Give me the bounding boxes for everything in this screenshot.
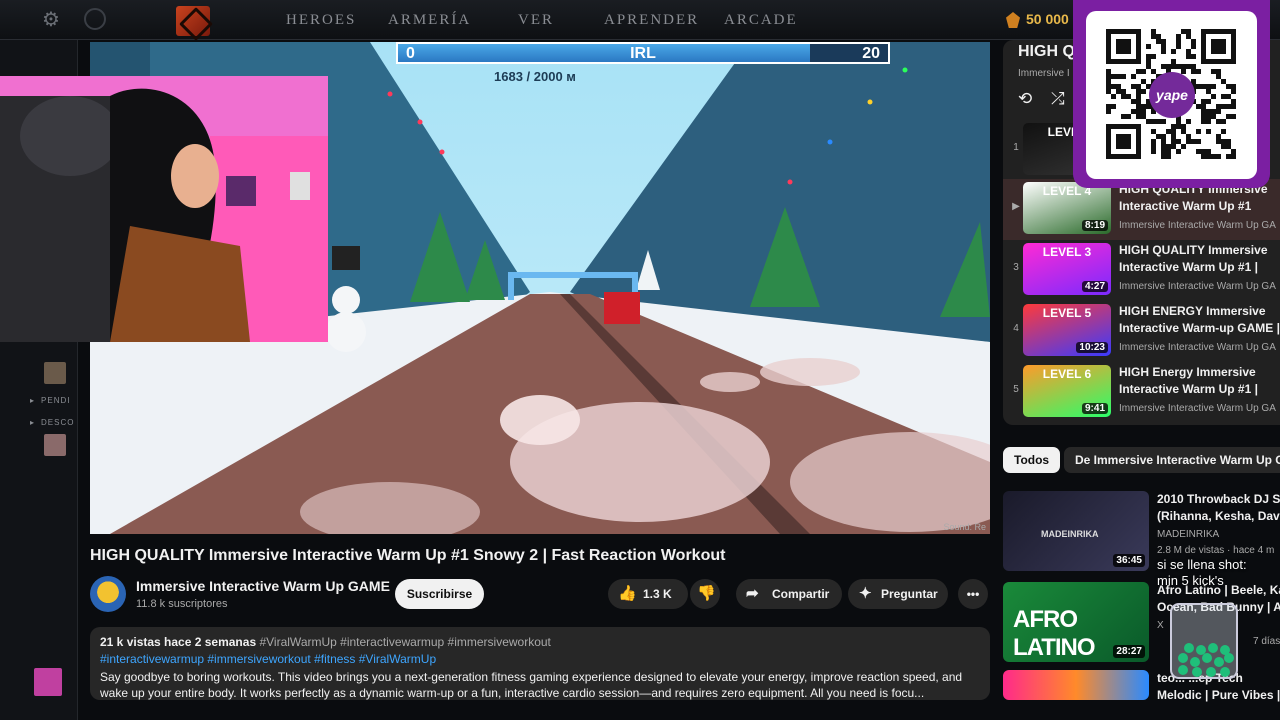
playlist-index: 4 — [1013, 323, 1019, 334]
gold-coin-icon — [1006, 12, 1020, 28]
playlist-item-title[interactable]: HIGH Energy Immersive Interactive Warm U… — [1119, 364, 1280, 398]
nav-heroes[interactable]: HEROES — [286, 12, 356, 29]
playlist-thumbnail[interactable]: LEVEL 4 8:19 — [1023, 182, 1111, 234]
thumbs-up-icon: 👍 — [618, 585, 637, 602]
progress-hud: 0 IRL 20 — [396, 42, 890, 64]
thumbnail-level-label: LEVEL 5 — [1042, 306, 1092, 320]
stream-overlay-text: si se llena shot: min 5 kick's — [1157, 557, 1247, 588]
hud-right-score: 20 — [862, 45, 880, 62]
playlist-index: ▶ — [1012, 201, 1020, 212]
more-actions-button[interactable]: ••• — [958, 579, 988, 609]
video-title[interactable]: 2010 Throwback DJ Se (Rihanna, Kesha, Dav… — [1157, 491, 1280, 525]
tip-jar-icon — [1163, 600, 1245, 680]
duration-badge: 28:27 — [1113, 645, 1145, 658]
playlist-thumbnail[interactable]: LEVEL 3 4:27 — [1023, 243, 1111, 295]
playlist-item[interactable]: 4 LEVEL 5 10:23 HIGH ENERGY Immersive Inter… — [1003, 301, 1280, 362]
channel-name[interactable]: Immersive Interactive Warm Up GAME — [136, 578, 390, 594]
video-views: 2.8 M de vistas · hace 4 m — [1157, 545, 1275, 556]
playlist-item-channel[interactable]: Immersive Interactive Warm Up GA — [1119, 403, 1276, 414]
description-body: Say goodbye to boring workouts. This vid… — [100, 670, 963, 700]
playlist-item-channel[interactable]: Immersive Interactive Warm Up GA — [1119, 220, 1276, 231]
share-label: Compartir — [772, 587, 830, 601]
settings-gear-icon[interactable]: ⚙ — [42, 10, 62, 30]
video-thumbnail[interactable]: MADEINRIKA 36:45 — [1003, 491, 1149, 571]
video-thumbnail[interactable]: AFRO LATINO 28:27 — [1003, 582, 1149, 662]
playlist-item-channel[interactable]: Immersive Interactive Warm Up GA — [1119, 281, 1276, 292]
nav-arcade[interactable]: ARCADE — [724, 12, 798, 29]
description-meta-tags[interactable]: #ViralWarmUp #interactivewarmup #immersi… — [259, 635, 550, 649]
channel-avatar[interactable] — [90, 576, 126, 612]
video-thumbnail[interactable] — [1003, 670, 1149, 700]
video-title: HIGH QUALITY Immersive Interactive Warm … — [90, 547, 726, 564]
playlist-controls: ⟲ ⤮ — [1018, 89, 1065, 109]
thumbnail-level-label: LEVEL 3 — [1042, 245, 1092, 259]
playlist-thumbnail[interactable]: LEVEL 6 9:41 — [1023, 365, 1111, 417]
description-meta: 21 k vistas hace 2 semanas #ViralWarmUp … — [100, 635, 980, 649]
playlist-index: 5 — [1013, 384, 1019, 395]
share-button[interactable]: ➦ Compartir — [736, 579, 842, 609]
yape-logo: yape — [1149, 72, 1195, 118]
offline-label[interactable]: DESCO — [30, 418, 74, 427]
ask-label: Preguntar — [881, 587, 938, 601]
dislike-button[interactable]: 👎 — [690, 579, 720, 609]
nav-aprender[interactable]: APRENDER — [604, 12, 699, 29]
playlist-item[interactable]: 5 LEVEL 6 9:41 HIGH Energy Immersive Intera… — [1003, 362, 1280, 423]
playlist-item-channel[interactable]: Immersive Interactive Warm Up GA — [1119, 342, 1276, 353]
playlist-item[interactable]: ▶ LEVEL 4 8:19 HIGH QUALITY Immersive Inter… — [1003, 179, 1280, 240]
qr-code: yape — [1086, 11, 1257, 179]
playlist-item-title[interactable]: HIGH QUALITY Immersive Interactive Warm … — [1119, 242, 1280, 276]
shuffle-icon[interactable]: ⤮ — [1051, 89, 1065, 108]
description-box[interactable]: 21 k vistas hace 2 semanas #ViralWarmUp … — [90, 627, 990, 700]
back-circle-icon[interactable] — [84, 8, 106, 30]
duration-badge: 9:41 — [1081, 403, 1108, 414]
description-hashtags[interactable]: #interactivewarmup #immersiveworkout #fi… — [100, 652, 980, 666]
hud-center-label: IRL — [630, 45, 656, 62]
thumbs-down-icon: 👎 — [697, 585, 716, 602]
playlist-item[interactable]: 3 LEVEL 3 4:27 HIGH QUALITY Immersive Inter… — [1003, 240, 1280, 301]
nav-ver[interactable]: VER — [518, 12, 554, 29]
friend-avatar[interactable] — [44, 362, 66, 384]
sparkle-icon: ✦ — [859, 585, 872, 602]
video-views: 7 días — [1253, 636, 1280, 647]
streamer-webcam — [0, 76, 328, 342]
gold-amount: 50 000 — [1026, 11, 1069, 27]
loop-icon[interactable]: ⟲ — [1018, 89, 1032, 108]
user-avatar[interactable] — [34, 668, 62, 696]
distance-readout: 1683 / 2000 м — [494, 69, 576, 84]
duration-badge: 36:45 — [1113, 554, 1145, 567]
duration-badge: 8:19 — [1081, 220, 1108, 231]
pending-label[interactable]: PENDI — [30, 396, 70, 405]
playlist-index: 3 — [1013, 262, 1019, 273]
more-dots-icon: ••• — [966, 587, 980, 601]
thumbnail-level-label: LEVEL 6 — [1042, 367, 1092, 381]
chip-all[interactable]: Todos — [1003, 447, 1061, 473]
donation-qr-overlay: yape — [1073, 0, 1270, 188]
playlist-index: 1 — [1013, 142, 1019, 153]
chip-from-channel[interactable]: De Immersive Interactive Warm Up GA — [1064, 447, 1280, 473]
like-count: 1.3 K — [643, 587, 672, 601]
playlist-title[interactable]: HIGH Q — [1018, 43, 1075, 61]
subscribe-button[interactable]: Suscribirse — [395, 579, 484, 609]
sound-credit: Sound: Re — [943, 522, 986, 532]
duration-badge: 10:23 — [1076, 342, 1108, 353]
playlist-thumbnail[interactable]: LEVEL 5 10:23 — [1023, 304, 1111, 356]
friend-avatar[interactable] — [44, 434, 66, 456]
playlist-owner[interactable]: Immersive I — [1018, 68, 1070, 79]
thumbnail-label: MADEINRIKA — [1041, 529, 1099, 539]
playlist-item-title[interactable]: HIGH ENERGY Immersive Interactive Warm-u… — [1119, 303, 1280, 337]
ask-button[interactable]: ✦ Preguntar — [848, 579, 948, 609]
nav-armeria[interactable]: ARMERÍA — [388, 12, 471, 29]
share-icon: ➦ — [746, 585, 759, 602]
dota-logo[interactable] — [176, 6, 210, 36]
duration-badge: 4:27 — [1081, 281, 1108, 292]
views-and-date: 21 k vistas hace 2 semanas — [100, 635, 257, 649]
video-channel[interactable]: MADEINRIKA — [1157, 529, 1219, 540]
webcam-feed-image — [0, 76, 328, 342]
subscriber-count: 11.8 k suscriptores — [136, 598, 228, 610]
like-button[interactable]: 👍 1.3 K — [608, 579, 688, 609]
